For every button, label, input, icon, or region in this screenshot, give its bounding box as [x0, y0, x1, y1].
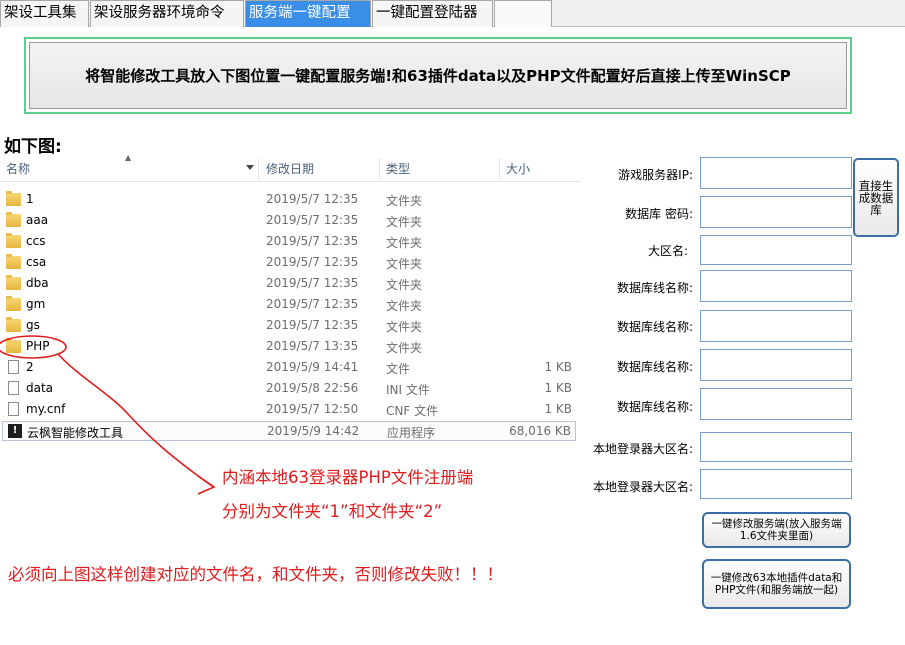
label-local-launcher-zone-2: 本地登录器大区名: [592, 480, 693, 494]
tab-server-config[interactable]: 服务端一键配置 [245, 0, 371, 27]
tab-launcher-config[interactable]: 一键配置登陆器 [372, 0, 493, 27]
label-db-line-name-3: 数据库线名称: [616, 360, 693, 374]
local-launcher-zone-input-2[interactable] [700, 469, 852, 499]
db-line-name-input-1[interactable] [700, 270, 852, 302]
note-folders: 分别为文件夹“1”和文件夹“2” [222, 502, 443, 521]
label-db-line-name-2: 数据库线名称: [616, 320, 693, 334]
label-db-line-name-1: 数据库线名称: [616, 281, 693, 295]
label-db-line-name-4: 数据库线名称: [616, 400, 693, 414]
game-server-ip-input[interactable] [700, 157, 852, 189]
db-line-name-input-2[interactable] [700, 310, 852, 342]
annotation-arrow-line [57, 353, 213, 487]
annotation-arrow [0, 335, 216, 495]
banner-frame: 将智能修改工具放入下图位置一键配置服务端!和63插件data以及PHP文件配置好… [24, 37, 852, 114]
note-php-register: 内涵本地63登录器PHP文件注册端 [222, 468, 474, 487]
tab-empty[interactable] [494, 0, 552, 27]
note-warning: 必须向上图这样创建对应的文件名，和文件夹，否则修改失败！！！ [8, 565, 503, 584]
label-game-server-ip: 游戏服务器IP: [618, 168, 693, 182]
generate-database-button[interactable]: 直接生成数据库 [853, 158, 899, 237]
db-password-input[interactable] [700, 196, 852, 228]
section-heading: 如下图: [4, 137, 62, 157]
db-line-name-input-3[interactable] [700, 349, 852, 381]
label-db-password: 数据库 密码: [625, 207, 693, 221]
db-line-name-input-4[interactable] [700, 388, 852, 420]
tab-strip: 架设工具集 架设服务器环境命令 服务端一键配置 一键配置登陆器 [0, 0, 905, 27]
local-launcher-zone-input-1[interactable] [700, 432, 852, 462]
banner-button[interactable]: 将智能修改工具放入下图位置一键配置服务端!和63插件data以及PHP文件配置好… [29, 42, 847, 109]
modify-plugin-button[interactable]: 一键修改63本地插件data和PHP文件(和服务端放一起) [702, 559, 851, 609]
zone-name-input[interactable] [700, 235, 852, 265]
tab-server-env-commands[interactable]: 架设服务器环境命令 [90, 0, 244, 27]
tab-tools[interactable]: 架设工具集 [0, 0, 89, 27]
annotation-circle [0, 335, 67, 359]
label-local-launcher-zone-1: 本地登录器大区名: [592, 442, 693, 456]
modify-server-button[interactable]: 一键修改服务端(放入服务端1.6文件夹里面) [702, 512, 851, 548]
label-zone-name: 大区名: [647, 244, 688, 258]
annotation-arrow-head [197, 475, 216, 495]
explorer-panel: ▲ 名称 修改日期 类型 大小 1 2019/5/7 12:35 文件夹 aaa 20… [0, 153, 588, 598]
